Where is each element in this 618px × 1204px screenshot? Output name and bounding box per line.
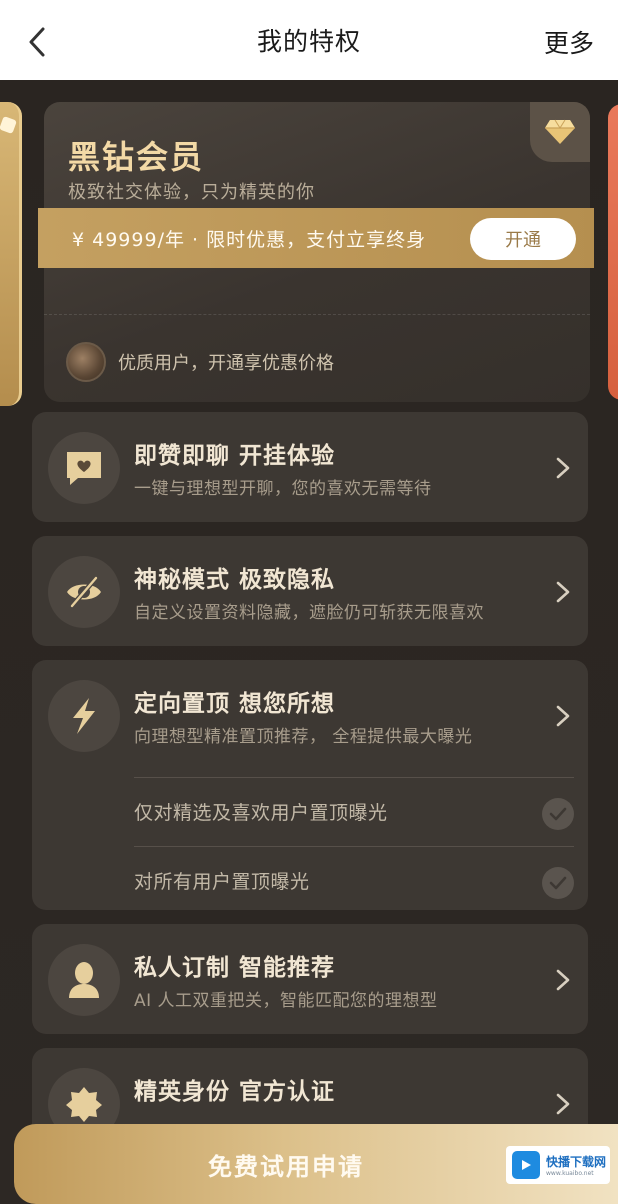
eye-slash-icon — [67, 575, 101, 609]
top-nav-bar: 我的特权 更多 — [0, 0, 618, 80]
feature-title: 即赞即聊 开挂体验 — [134, 443, 336, 469]
feature-title: 定向置顶 想您所想 — [134, 691, 336, 717]
chevron-right-icon — [556, 1093, 570, 1115]
option-label: 仅对精选及喜欢用户置顶曝光 — [134, 802, 388, 824]
diamond-icon — [545, 119, 575, 144]
feature-card-instant-chat: 即赞即聊 开挂体验 一键与理想型开聊，您的喜欢无需等待 — [32, 412, 588, 522]
chevron-right-icon — [556, 581, 570, 603]
feature-description: 向理想型精准置顶推荐， 全程提供最大曝光 — [134, 727, 473, 747]
feature-icon-wrap — [48, 556, 120, 628]
feature-description: AI 人工双重把关，智能匹配您的理想型 — [134, 991, 438, 1011]
pin-option-selected-users[interactable]: 仅对精选及喜欢用户置顶曝光 — [134, 777, 574, 845]
chevron-right-icon — [556, 457, 570, 479]
membership-subtitle: 极致社交体验，只为精英的你 — [68, 182, 315, 203]
lightning-icon — [73, 698, 95, 734]
next-membership-card[interactable] — [608, 104, 618, 400]
price-banner: ¥ 49999/年 · 限时优惠，支付立享终身 开通 — [38, 208, 594, 268]
site-watermark: 快播下载网 www.kuaibo.net — [506, 1146, 610, 1184]
feature-card-mystery-mode: 神秘模式 极致隐私 自定义设置资料隐藏，遮脸仍可斩获无限喜欢 — [32, 536, 588, 646]
play-logo-icon — [512, 1151, 540, 1179]
check-circle[interactable] — [542, 867, 574, 899]
page-title: 我的特权 — [256, 27, 361, 56]
check-icon — [549, 876, 567, 890]
chat-heart-icon — [67, 452, 101, 485]
more-button[interactable]: 更多 — [544, 24, 594, 60]
feature-title: 精英身份 官方认证 — [134, 1079, 336, 1105]
watermark-url: www.kuaibo.net — [546, 1170, 594, 1177]
option-label: 对所有用户置顶曝光 — [134, 871, 310, 893]
benefit-text: 优质用户，开通享优惠价格 — [118, 353, 334, 374]
back-button[interactable] — [22, 24, 52, 60]
diamond-badge — [530, 102, 590, 162]
user-benefit-row: 优质用户，开通享优惠价格 — [66, 342, 334, 382]
feature-row[interactable]: 即赞即聊 开挂体验 一键与理想型开聊，您的喜欢无需等待 — [32, 412, 588, 522]
open-membership-button[interactable]: 开通 — [470, 218, 576, 260]
feature-icon-wrap — [48, 680, 120, 752]
price-text: ¥ 49999/年 · 限时优惠，支付立享终身 — [72, 228, 427, 251]
chevron-left-icon — [29, 27, 45, 57]
crown-icon — [0, 116, 17, 134]
feature-title: 私人订制 智能推荐 — [134, 955, 336, 981]
user-icon — [69, 962, 99, 998]
check-circle[interactable] — [542, 798, 574, 830]
membership-title: 黑钻会员 — [68, 138, 205, 176]
feature-row[interactable]: 定向置顶 想您所想 向理想型精准置顶推荐， 全程提供最大曝光 — [32, 660, 588, 770]
card-divider — [44, 314, 590, 315]
feature-description: 一键与理想型开聊，您的喜欢无需等待 — [134, 479, 432, 499]
feature-card-pin-to-top: 定向置顶 想您所想 向理想型精准置顶推荐， 全程提供最大曝光 仅对精选及喜欢用户… — [32, 660, 588, 910]
badge-icon — [66, 1087, 102, 1122]
feature-row[interactable]: 神秘模式 极致隐私 自定义设置资料隐藏，遮脸仍可斩获无限喜欢 — [32, 536, 588, 646]
feature-title: 神秘模式 极致隐私 — [134, 567, 336, 593]
pin-option-all-users[interactable]: 对所有用户置顶曝光 — [134, 846, 574, 914]
feature-card-smart-recommend: 私人订制 智能推荐 AI 人工双重把关，智能匹配您的理想型 — [32, 924, 588, 1034]
feature-row[interactable]: 私人订制 智能推荐 AI 人工双重把关，智能匹配您的理想型 — [32, 924, 588, 1034]
watermark-text: 快播下载网 www.kuaibo.net — [546, 1153, 606, 1177]
check-icon — [549, 807, 567, 821]
chevron-right-icon — [556, 705, 570, 727]
avatar — [66, 342, 106, 382]
watermark-name: 快播下载网 — [546, 1155, 607, 1169]
feature-icon-wrap — [48, 944, 120, 1016]
feature-description: 自定义设置资料隐藏，遮脸仍可斩获无限喜欢 — [134, 603, 484, 623]
previous-membership-card[interactable] — [0, 102, 22, 406]
feature-icon-wrap — [48, 432, 120, 504]
free-trial-label: 免费试用申请 — [208, 1152, 364, 1181]
chevron-right-icon — [556, 969, 570, 991]
